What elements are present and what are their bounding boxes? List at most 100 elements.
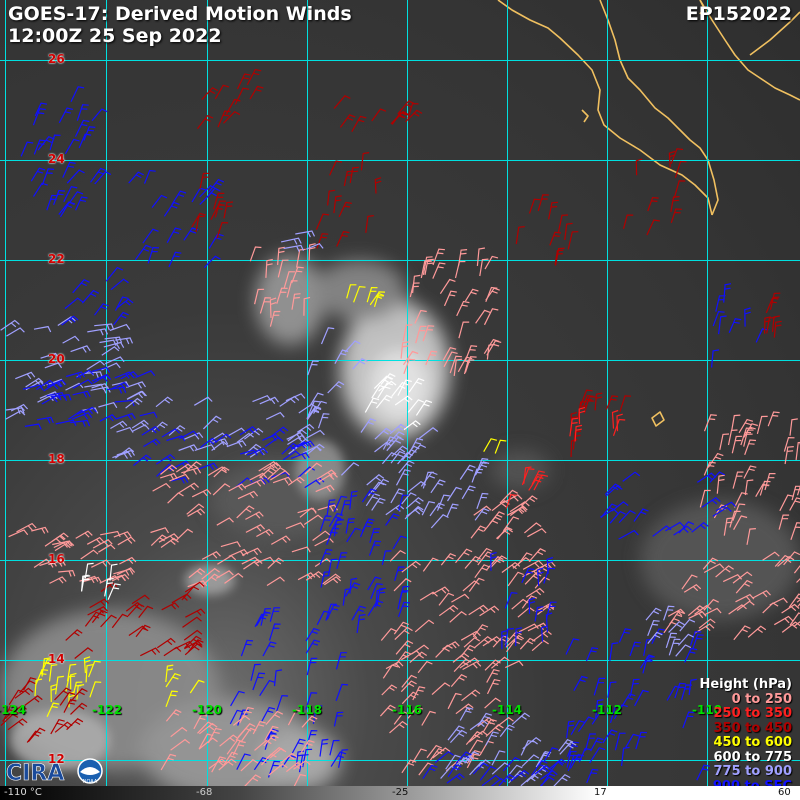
wind-barb: [670, 208, 682, 223]
wind-barb: [681, 574, 698, 590]
lat-label-24: 24: [48, 152, 65, 166]
wind-barb: [234, 87, 250, 105]
wind-barb: [116, 426, 134, 433]
wind-barb: [32, 108, 46, 126]
wind-barb: [421, 710, 436, 726]
wind-barb: [619, 395, 632, 413]
wind-barb: [402, 324, 413, 342]
wind-barb: [418, 427, 439, 439]
wind-barb: [365, 215, 374, 233]
wind-barb: [381, 550, 392, 566]
wind-barb: [261, 706, 276, 722]
wind-barb: [374, 177, 382, 194]
wind-barb: [252, 720, 266, 735]
wind-barb: [405, 497, 424, 509]
wind-barb: [333, 95, 351, 109]
wind-barb: [674, 160, 687, 178]
wind-barb: [566, 720, 575, 739]
wind-barb: [249, 85, 264, 100]
wind-barb: [634, 689, 649, 707]
wind-barb: [401, 691, 419, 705]
wind-barb: [351, 115, 367, 132]
wind-barb: [346, 527, 362, 543]
wind-barb: [141, 425, 160, 436]
wind-barb: [403, 350, 419, 366]
wind-barb: [692, 634, 704, 650]
wind-barb: [349, 577, 358, 594]
wind-barb: [271, 535, 291, 545]
wind-barb: [70, 419, 91, 427]
wind-barb: [291, 293, 301, 310]
wind-barb: [161, 428, 181, 438]
wind-barb: [283, 244, 305, 252]
wind-barb: [426, 744, 442, 759]
wind-barb: [755, 328, 769, 343]
wind-barb: [269, 310, 281, 327]
wind-barb: [756, 415, 768, 435]
wind-barb: [728, 318, 742, 334]
wind-barb: [691, 522, 709, 533]
wind-barb: [414, 619, 435, 633]
wind-barb: [344, 340, 361, 353]
wind-barb: [401, 492, 417, 505]
wind-barb: [187, 508, 206, 517]
wind-barb: [732, 471, 744, 489]
wind-barb: [666, 685, 682, 701]
wind-barb: [484, 255, 499, 270]
wind-barb: [318, 472, 338, 483]
wind-barb: [285, 522, 305, 530]
wind-barb: [233, 715, 251, 726]
wind-barb: [715, 565, 734, 578]
wind-barb: [94, 303, 109, 316]
wind-barb: [422, 471, 435, 489]
wind-barb: [207, 727, 222, 744]
wind-barb: [7, 718, 28, 731]
wind-barb: [789, 497, 800, 511]
wind-barb: [296, 423, 315, 433]
wind-barb: [143, 169, 156, 184]
wind-barb: [778, 514, 790, 530]
wind-barb: [415, 399, 433, 416]
wind-barb: [223, 201, 234, 219]
wind-barb: [335, 683, 349, 702]
wind-barb: [171, 476, 189, 484]
wind-barb: [494, 439, 507, 454]
wind-barb: [126, 381, 146, 389]
lon-label-114: -114: [492, 703, 523, 717]
wind-barb: [528, 198, 541, 214]
wind-barb: [327, 189, 336, 206]
wind-barb: [33, 325, 52, 333]
wind-barb: [88, 660, 101, 678]
wind-barb: [220, 541, 241, 548]
wind-barb: [259, 297, 272, 314]
wind-barb: [398, 460, 415, 474]
wind-barb: [41, 168, 55, 186]
wind-barb: [189, 679, 205, 694]
wind-barb: [223, 110, 241, 124]
wind-barb: [279, 395, 300, 407]
wind-barb: [31, 526, 49, 534]
wind-barb: [621, 746, 630, 766]
wind-barb: [15, 371, 36, 380]
wind-barb: [543, 747, 559, 762]
wind-barb: [241, 547, 262, 556]
wind-barbs-layer: [0, 68, 800, 791]
wind-barb: [454, 260, 466, 279]
map-viewer: 26 24 22 20 18 16 14 12 -124 -122 -120 -…: [0, 0, 800, 800]
wind-barb: [458, 249, 468, 266]
wind-barb: [574, 424, 583, 442]
wind-barb: [228, 548, 249, 557]
wind-barb: [400, 341, 409, 359]
wind-barb: [58, 107, 74, 124]
wind-barb: [87, 606, 108, 616]
wind-barb: [446, 503, 459, 518]
wind-barb: [128, 171, 144, 184]
wind-barb: [214, 84, 230, 100]
wind-barb: [161, 602, 180, 611]
wind-barb: [24, 695, 43, 706]
wind-barb: [36, 416, 54, 424]
wind-barb: [0, 319, 20, 331]
wind-barb: [273, 669, 283, 687]
wind-barb: [779, 494, 794, 512]
wind-barb: [6, 327, 25, 337]
